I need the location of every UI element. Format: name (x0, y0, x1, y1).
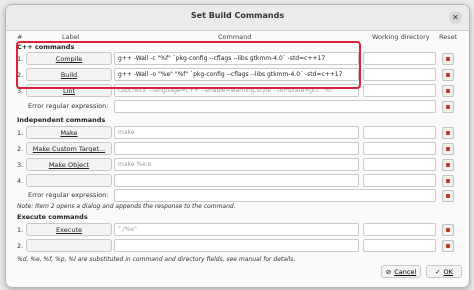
section-execute-commands: Execute commands (17, 213, 88, 221)
ok-button[interactable]: ✓ OK (426, 265, 462, 278)
cancel-button[interactable]: ⊘ Cancel (381, 265, 421, 278)
independent-4-reset-button[interactable] (442, 175, 454, 187)
compile-workdir-field[interactable] (363, 52, 436, 65)
independent-4-workdir-field[interactable] (363, 174, 436, 187)
header-working-directory: Working directory (372, 33, 430, 41)
title-bar: Set Build Commands ✕ (6, 5, 469, 31)
close-icon: ✕ (452, 13, 459, 22)
note-text: Note: Item 2 opens a dialog and appends … (17, 203, 236, 210)
execute-2-reset-button[interactable] (442, 240, 454, 252)
lint-reset-button[interactable] (442, 85, 454, 97)
make-object-label-button[interactable]: Make Object (26, 158, 112, 171)
make-object-command-field[interactable]: make %e.o (114, 158, 359, 171)
compile-reset-button[interactable] (442, 53, 454, 65)
header-number: # (17, 33, 23, 41)
make-command-field[interactable]: make (114, 126, 359, 139)
header-reset: Reset (439, 33, 458, 41)
substitution-footnote: %d, %e, %f, %p, %l are substituted in co… (17, 256, 296, 263)
build-workdir-field[interactable] (363, 68, 436, 81)
build-reset-button[interactable] (442, 69, 454, 81)
row-number: 4. (17, 177, 24, 185)
independent-error-regex-field[interactable] (114, 189, 436, 202)
row-number: 1. (17, 226, 24, 234)
build-label-button[interactable]: Build (26, 68, 112, 81)
execute-label-button[interactable]: Execute (26, 223, 112, 236)
execute-workdir-field[interactable] (363, 223, 436, 236)
row-number: 3. (17, 87, 24, 95)
cancel-icon: ⊘ (385, 268, 392, 276)
independent-error-regex-label: Error regular expression: (28, 191, 109, 199)
make-custom-target-workdir-field[interactable] (363, 142, 436, 155)
section-cpp-commands: C++ commands (17, 43, 75, 51)
cpp-error-regex-label: Error regular expression: (28, 102, 109, 110)
lint-workdir-field[interactable] (363, 84, 436, 97)
make-custom-target-reset-button[interactable] (442, 143, 454, 155)
cpp-error-regex-reset-button[interactable] (442, 101, 454, 113)
independent-4-command-field[interactable] (114, 174, 359, 187)
build-command-field[interactable]: g++ -Wall -o "%e" "%f" `pkg-config --cfl… (114, 68, 359, 81)
header-label: Label (62, 33, 80, 41)
execute-command-field[interactable]: "./%e" (114, 223, 359, 236)
make-reset-button[interactable] (442, 127, 454, 139)
compile-label-button[interactable]: Compile (26, 52, 112, 65)
cpp-error-regex-field[interactable] (114, 100, 436, 113)
row-number: 1. (17, 129, 24, 137)
dialog-title: Set Build Commands (190, 11, 285, 20)
row-number: 1. (17, 55, 24, 63)
compile-command-field[interactable]: g++ -Wall -c "%f" `pkg-config --cflags -… (114, 52, 359, 65)
lint-command-field[interactable]: cppcheck --language=c++ --enable=warning… (114, 84, 359, 97)
make-object-reset-button[interactable] (442, 159, 454, 171)
row-number: 2. (17, 242, 24, 250)
execute-2-command-field[interactable] (114, 239, 359, 252)
execute-2-label-button[interactable] (26, 239, 112, 252)
make-workdir-field[interactable] (363, 126, 436, 139)
execute-2-workdir-field[interactable] (363, 239, 436, 252)
make-custom-target-label-button[interactable]: Make Custom Target... (26, 142, 112, 155)
row-number: 2. (17, 145, 24, 153)
row-number: 3. (17, 161, 24, 169)
set-build-commands-dialog: Set Build Commands ✕ # Label Command Wor… (5, 4, 470, 288)
independent-error-regex-reset-button[interactable] (442, 190, 454, 202)
lint-label-button[interactable]: Lint (26, 84, 112, 97)
check-icon: ✓ (435, 268, 441, 276)
independent-4-label-button[interactable] (26, 174, 112, 187)
section-independent-commands: Independent commands (17, 116, 106, 124)
make-custom-target-command-field[interactable] (114, 142, 359, 155)
execute-reset-button[interactable] (442, 224, 454, 236)
close-button[interactable]: ✕ (449, 11, 462, 24)
make-object-workdir-field[interactable] (363, 158, 436, 171)
row-number: 2. (17, 71, 24, 79)
header-command: Command (218, 33, 252, 41)
make-label-button[interactable]: Make (26, 126, 112, 139)
